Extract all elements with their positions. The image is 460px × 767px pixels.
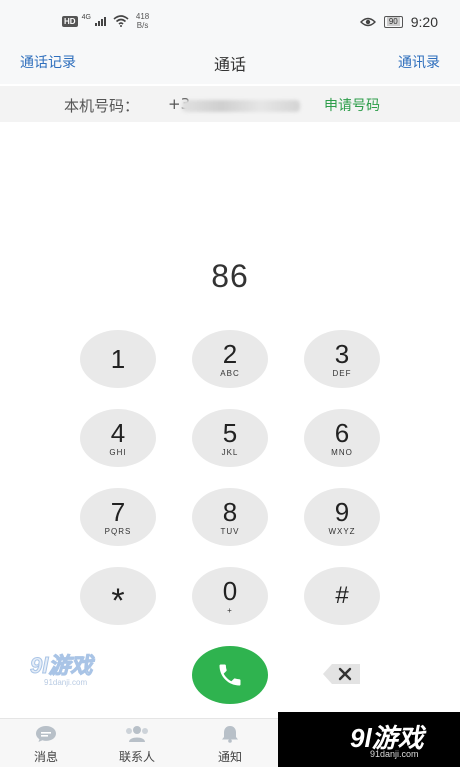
page-title: 通话 (213, 55, 246, 74)
key-letters: TUV (220, 526, 240, 536)
contacts-icon (126, 726, 148, 742)
chat-bubble-icon (36, 726, 56, 742)
watermark-banner-domain: 91danji.com (370, 749, 419, 759)
watermark-text: 9l游戏 (29, 653, 93, 679)
watermark-logo: 9l游戏 91danji.com (29, 648, 93, 688)
nav-contacts-label: 联系人 (118, 750, 155, 764)
hd-indicator: HD (62, 15, 78, 27)
key-star[interactable]: * (80, 567, 156, 625)
nav-messages[interactable]: 消息 (11, 725, 81, 765)
nav-notifications[interactable]: 通知 (195, 725, 265, 765)
own-number-row: 本机号码： +3 申请号码 (0, 86, 460, 122)
battery-indicator: 90 (383, 16, 403, 28)
speed-unit: B/s (136, 21, 149, 30)
key-digit: 4 (110, 417, 126, 448)
key-digit: 0 (222, 575, 238, 606)
key-letters: PQRS (104, 526, 132, 536)
key-letters: GHI (109, 447, 127, 457)
key-digit: * (111, 582, 125, 620)
key-7[interactable]: 7 PQRS (80, 488, 156, 546)
key-digit: 1 (110, 344, 126, 374)
nav-messages-label: 消息 (33, 750, 58, 764)
key-digit: 9 (334, 496, 350, 527)
key-9[interactable]: 9 WXYZ (304, 488, 380, 546)
key-digit: 6 (334, 417, 350, 448)
key-digit: 7 (110, 496, 126, 527)
key-digit: 5 (222, 417, 238, 448)
key-digit: 8 (222, 496, 238, 527)
key-5[interactable]: 5 JKL (192, 409, 268, 467)
battery-level: 90 (386, 17, 400, 26)
bell-icon (222, 726, 238, 743)
key-letters: + (227, 605, 233, 615)
key-letters: ABC (220, 368, 240, 378)
key-8[interactable]: 8 TUV (192, 488, 268, 546)
nav-notifications-label: 通知 (217, 750, 242, 764)
key-1[interactable]: 1 (80, 330, 156, 388)
eye-icon (359, 17, 376, 27)
key-letters: DEF (332, 368, 352, 378)
key-2[interactable]: 2 ABC (192, 330, 268, 388)
backspace-icon (323, 664, 360, 684)
network-type: 4G (81, 13, 91, 21)
call-button[interactable] (192, 646, 268, 704)
status-left: HD 4G 418 B/s (62, 12, 149, 30)
dialed-number-display: 86 (211, 258, 249, 294)
key-hash[interactable]: # (304, 567, 380, 625)
backspace-button[interactable] (322, 662, 362, 686)
status-bar: HD 4G 418 B/s 90 9:20 (0, 0, 460, 44)
speed-value: 418 (135, 12, 150, 21)
clock: 9:20 (410, 14, 438, 30)
key-4[interactable]: 4 GHI (80, 409, 156, 467)
status-right: 90 9:20 (359, 14, 438, 30)
nav-contacts[interactable]: 联系人 (102, 725, 172, 765)
key-3[interactable]: 3 DEF (304, 330, 380, 388)
signal-icon (94, 17, 106, 26)
key-letters: WXYZ (328, 526, 356, 536)
key-digit: 3 (334, 338, 350, 369)
key-0[interactable]: 0 + (192, 567, 268, 625)
key-letters: JKL (221, 447, 239, 457)
phone-icon (219, 664, 241, 686)
apply-number-link[interactable]: 申请号码 (324, 95, 380, 115)
network-speed: 418 B/s (136, 12, 149, 30)
key-digit: # (335, 582, 349, 609)
watermark-domain: 91danji.com (44, 678, 88, 687)
contacts-link[interactable]: 通讯录 (398, 52, 440, 72)
key-6[interactable]: 6 MNO (304, 409, 380, 467)
key-letters: MNO (331, 447, 353, 457)
wifi-icon (113, 15, 129, 27)
own-number-label: 本机号码： (64, 97, 140, 115)
key-digit: 2 (222, 338, 238, 369)
watermark-banner: 9l游戏 91danji.com (278, 712, 460, 767)
header-bar: 通话记录 通话 通讯录 (0, 44, 460, 84)
own-number-redacted (182, 100, 300, 112)
